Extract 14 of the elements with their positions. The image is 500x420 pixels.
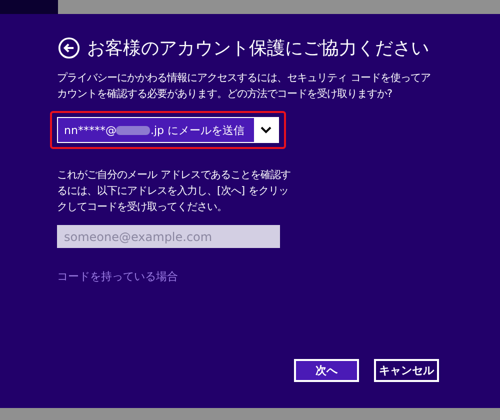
cancel-button[interactable]: キャンセル (374, 359, 439, 382)
back-icon[interactable] (58, 37, 80, 59)
redaction-mark (116, 126, 150, 134)
code-link[interactable]: コードを持っている場合 (57, 269, 178, 284)
intro-text: プライバシーにかかわる情報にアクセスするには、セキュリティ コードを使ってアカウントを確認する必要があります。どの方法でコードを受け取りますか? (57, 71, 432, 102)
method-dropdown[interactable]: nn*****@ .jp にメールを送信 (57, 117, 279, 143)
instruction-text: これがご自分のメール アドレスであることを確認するには、以下にアドレスを入力し、[次へ] をクリックしてコードを受け取ってください。 (57, 168, 292, 215)
next-button[interactable]: 次へ (294, 359, 359, 382)
page-title: お客様のアカウント保護にご協力ください (87, 37, 429, 60)
email-field[interactable]: someone@example.com (57, 225, 280, 248)
chevron-down-icon (260, 126, 272, 134)
dropdown-value: nn*****@ (64, 124, 116, 136)
dropdown-value: .jp にメールを送信 (150, 122, 244, 138)
taskbar-strip (0, 0, 58, 14)
